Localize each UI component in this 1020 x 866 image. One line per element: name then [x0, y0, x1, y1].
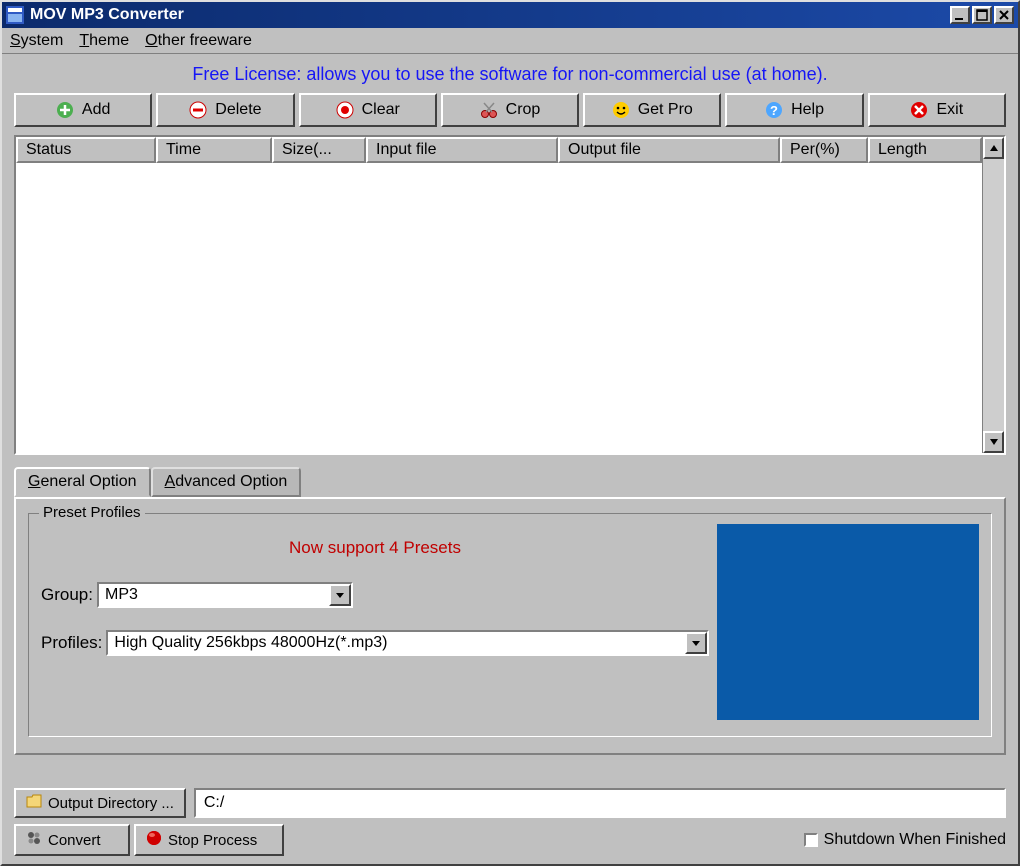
clear-button[interactable]: Clear	[299, 93, 437, 127]
preview-panel	[717, 524, 979, 720]
scroll-track[interactable]	[983, 159, 1004, 431]
getpro-button[interactable]: Get Pro	[583, 93, 721, 127]
option-tabs: General Option Advanced Option	[14, 467, 1006, 497]
preset-profiles-group: Preset Profiles Now support 4 Presets Gr…	[28, 513, 992, 737]
chevron-down-icon	[685, 632, 707, 654]
preset-legend: Preset Profiles	[39, 504, 145, 521]
col-status[interactable]: Status	[16, 137, 156, 163]
smiley-icon	[612, 101, 630, 119]
menu-theme[interactable]: Theme	[79, 32, 129, 50]
crop-icon	[480, 101, 498, 119]
col-per[interactable]: Per(%)	[780, 137, 868, 163]
tab-advanced[interactable]: Advanced Option	[151, 467, 302, 497]
group-value: MP3	[105, 586, 138, 604]
toolbar: Add Delete Clear Crop Get Pro ? Help Exi…	[2, 93, 1018, 135]
add-icon	[56, 101, 74, 119]
output-path-field[interactable]: C:/	[194, 788, 1006, 818]
col-input[interactable]: Input file	[366, 137, 558, 163]
menu-system[interactable]: System	[10, 32, 63, 50]
crop-button[interactable]: Crop	[441, 93, 579, 127]
col-time[interactable]: Time	[156, 137, 272, 163]
help-button[interactable]: ? Help	[725, 93, 863, 127]
svg-text:?: ?	[770, 103, 778, 118]
tab-general[interactable]: General Option	[14, 467, 151, 497]
list-header: Status Time Size(... Input file Output f…	[16, 137, 982, 163]
app-icon	[6, 6, 24, 24]
tab-panel-general: Preset Profiles Now support 4 Presets Gr…	[14, 497, 1006, 755]
stop-icon	[146, 830, 162, 850]
chevron-down-icon	[329, 584, 351, 606]
app-window: MOV MP3 Converter System Theme Other fre…	[0, 0, 1020, 866]
output-directory-button[interactable]: Output Directory ...	[14, 788, 186, 818]
exit-button[interactable]: Exit	[868, 93, 1006, 127]
menu-other[interactable]: Other freeware	[145, 32, 252, 50]
delete-icon	[189, 101, 207, 119]
scroll-down-button[interactable]	[983, 431, 1004, 453]
help-icon: ?	[765, 101, 783, 119]
close-button[interactable]	[994, 6, 1014, 24]
folder-icon	[26, 794, 42, 812]
file-list[interactable]: Status Time Size(... Input file Output f…	[16, 137, 982, 453]
shutdown-checkbox[interactable]	[804, 833, 818, 847]
maximize-button[interactable]	[972, 6, 992, 24]
profiles-select[interactable]: High Quality 256kbps 48000Hz(*.mp3)	[106, 630, 709, 656]
delete-button[interactable]: Delete	[156, 93, 294, 127]
titlebar: MOV MP3 Converter	[2, 2, 1018, 28]
convert-button[interactable]: Convert	[14, 824, 130, 856]
col-length[interactable]: Length	[868, 137, 982, 163]
preset-message: Now support 4 Presets	[41, 538, 709, 558]
convert-icon	[26, 830, 42, 850]
col-output[interactable]: Output file	[558, 137, 780, 163]
add-button[interactable]: Add	[14, 93, 152, 127]
group-select[interactable]: MP3	[97, 582, 353, 608]
group-label: Group:	[41, 585, 93, 605]
exit-icon	[910, 101, 928, 119]
shutdown-label: Shutdown When Finished	[824, 831, 1006, 849]
menubar: System Theme Other freeware	[2, 28, 1018, 54]
stop-button[interactable]: Stop Process	[134, 824, 284, 856]
scroll-up-button[interactable]	[983, 137, 1004, 159]
profiles-value: High Quality 256kbps 48000Hz(*.mp3)	[114, 634, 387, 652]
license-banner: Free License: allows you to use the soft…	[2, 54, 1018, 93]
profiles-label: Profiles:	[41, 633, 102, 653]
minimize-button[interactable]	[950, 6, 970, 24]
window-title: MOV MP3 Converter	[30, 6, 184, 24]
vertical-scrollbar[interactable]	[982, 137, 1004, 453]
col-size[interactable]: Size(...	[272, 137, 366, 163]
list-body[interactable]	[16, 163, 982, 453]
clear-icon	[336, 101, 354, 119]
